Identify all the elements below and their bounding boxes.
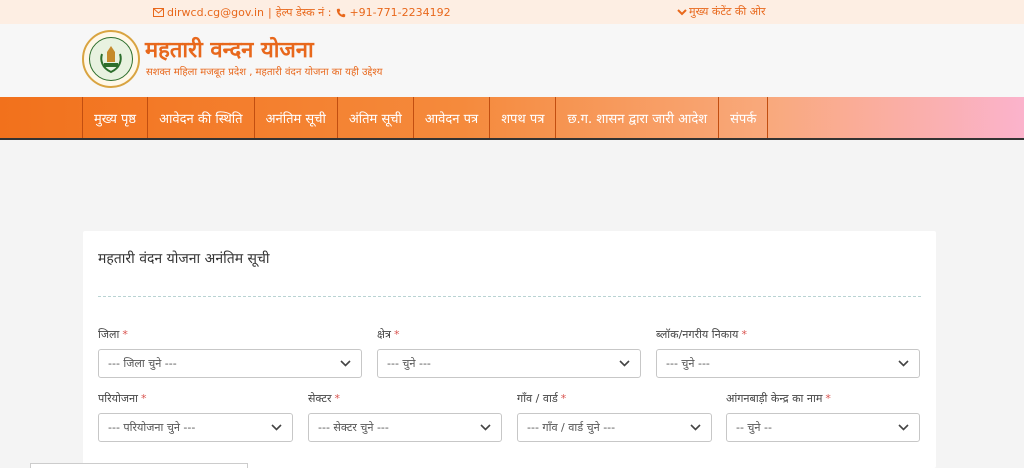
sector-select[interactable]: --- सेक्टर चुने --- <box>308 413 502 442</box>
separator: | <box>268 6 272 19</box>
nav-item-government-orders[interactable]: छ.ग. शासन द्वारा जारी आदेश <box>556 97 720 138</box>
chevron-down-icon <box>898 424 909 431</box>
block-select-value: --- चुने --- <box>666 357 710 370</box>
sector-label: सेक्टर * <box>308 392 340 405</box>
chevron-down-icon <box>690 424 701 431</box>
site-tagline: सशक्त महिला मजबूत प्रदेश , महतारी वंदन य… <box>146 67 383 78</box>
chevron-down-icon <box>340 360 351 367</box>
nav-item-application-status[interactable]: आवेदन की स्थिति <box>148 97 255 138</box>
site-title: महतारी वन्दन योजना <box>145 38 314 63</box>
district-select-value: --- जिला चुने --- <box>108 357 177 370</box>
village-ward-label: गाँव / वार्ड * <box>517 392 567 405</box>
skip-to-main-content-link[interactable]: मुख्य कंटेंट की ओर <box>677 4 765 19</box>
village-ward-select-value: --- गाँव / वार्ड चुने --- <box>527 421 616 434</box>
partial-element-bottom <box>30 463 248 468</box>
email-link[interactable]: dirwcd.cg@gov.in <box>167 6 264 19</box>
village-ward-select[interactable]: --- गाँव / वार्ड चुने --- <box>517 413 712 442</box>
chevron-down-icon <box>677 8 687 15</box>
chevron-down-icon <box>271 424 282 431</box>
area-select-value: --- चुने --- <box>387 357 431 370</box>
chevron-down-icon <box>898 360 909 367</box>
state-emblem-icon[interactable] <box>82 30 140 88</box>
envelope-icon <box>153 8 164 17</box>
anganwadi-center-select-value: -- चुने -- <box>736 421 772 434</box>
area-select[interactable]: --- चुने --- <box>377 349 641 378</box>
nav-item-home[interactable]: मुख्य पृष्ठ <box>82 97 149 138</box>
divider <box>98 296 921 297</box>
top-contact-bar: dirwcd.cg@gov.in | हेल्प डेस्क नं : +91-… <box>0 0 1024 24</box>
chevron-down-icon <box>619 360 630 367</box>
nav-item-contact[interactable]: संपर्क <box>719 97 769 138</box>
project-label: परियोजना * <box>98 392 147 405</box>
contact-info: dirwcd.cg@gov.in | हेल्प डेस्क नं : +91-… <box>153 5 451 20</box>
nav-item-final-list[interactable]: अंतिम सूची <box>338 97 414 138</box>
chevron-down-icon <box>480 424 491 431</box>
sector-select-value: --- सेक्टर चुने --- <box>318 421 389 434</box>
phone-icon <box>337 8 346 17</box>
helpdesk-phone[interactable]: +91-771-2234192 <box>349 6 450 19</box>
area-label: क्षेत्र * <box>377 328 400 341</box>
block-select[interactable]: --- चुने --- <box>656 349 920 378</box>
helpdesk-label: हेल्प डेस्क नं : <box>275 6 332 19</box>
anganwadi-center-label: आंगनबाड़ी केन्द्र का नाम * <box>726 392 831 405</box>
district-label: जिला * <box>98 328 128 341</box>
skip-link-label: मुख्य कंटेंट की ओर <box>689 5 766 18</box>
nav-item-provisional-list[interactable]: अनंतिम सूची <box>255 97 338 138</box>
nav-item-application-form[interactable]: आवेदन पत्र <box>414 97 491 138</box>
site-header: महतारी वन्दन योजना सशक्त महिला मजबूत प्र… <box>0 24 1024 97</box>
block-label: ब्लॉक/नगरीय निकाय * <box>656 328 747 341</box>
district-select[interactable]: --- जिला चुने --- <box>98 349 362 378</box>
provisional-list-form: महतारी वंदन योजना अनंतिम सूची जिला * --- … <box>83 231 936 468</box>
project-select[interactable]: --- परियोजना चुने --- <box>98 413 293 442</box>
main-navigation: मुख्य पृष्ठ आवेदन की स्थिति अनंतिम सूची … <box>0 97 1024 140</box>
form-title: महतारी वंदन योजना अनंतिम सूची <box>98 251 270 267</box>
nav-item-affidavit[interactable]: शपथ पत्र <box>490 97 557 138</box>
anganwadi-center-select[interactable]: -- चुने -- <box>726 413 920 442</box>
project-select-value: --- परियोजना चुने --- <box>108 421 196 434</box>
